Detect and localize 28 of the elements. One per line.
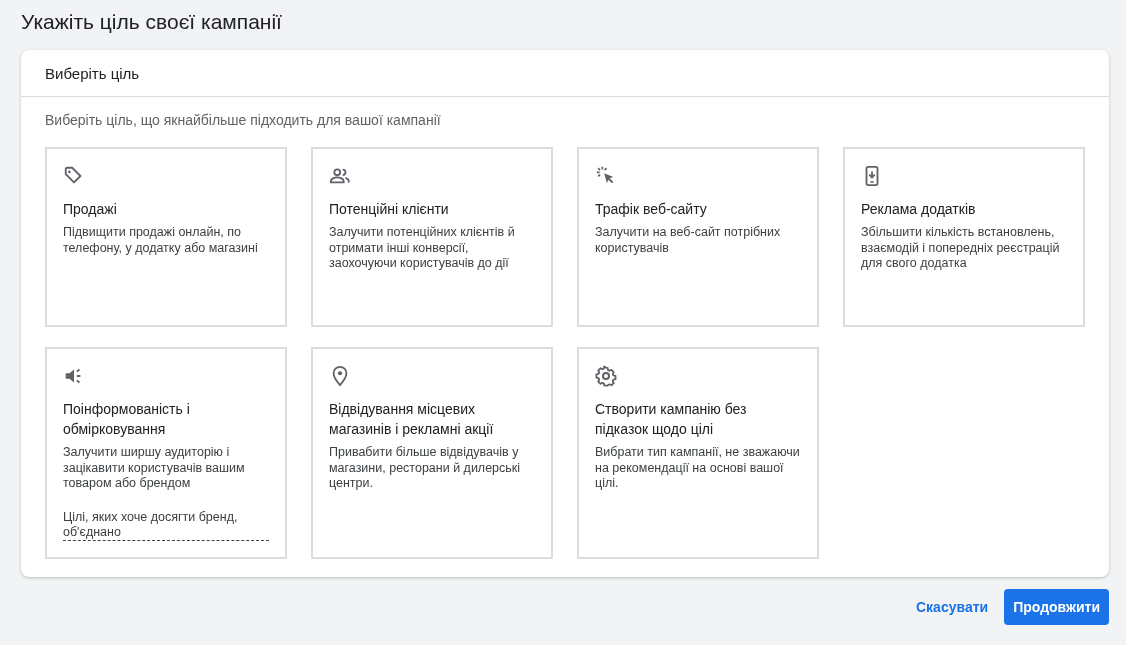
goal-description: Залучити потенційних клієнтів й отримати інші конверсії, заохочуючи користувачів до дії — [329, 225, 516, 272]
goal-description: Вибрати тип кампанії, не зважаючи на рекомендації на основі вашої цілі. — [595, 445, 801, 492]
page-title: Укажіть ціль своєї кампанії — [21, 9, 283, 35]
info-link[interactable]: Цілі, яких хоче досягти бренд, об'єднано — [63, 509, 269, 541]
goal-description: Підвищити продажі онлайн, по телефону, у додатку або магазині — [63, 225, 259, 256]
continue-button[interactable]: Продовжити — [1004, 588, 1109, 625]
goal-title: Продажі — [63, 200, 117, 219]
goal-card[interactable]: Поінформованість і обмірковування Залучити ширшу аудиторію і зацікавити користувачів вашим товаром або брендом Цілі, яких хоче досягти бренд, об'єднано — [45, 347, 287, 559]
goal-card[interactable]: Потенційні клієнти Залучити потенційних клієнтів й отримати інші конверсії, заохочуючи користувачів до дії — [311, 147, 553, 327]
goal-card[interactable]: Створити кампанію без підказок щодо цілі Вибрати тип кампанії, не зважаючи на рекомендації на основі вашої цілі. — [577, 347, 819, 559]
goal-card[interactable]: Трафік веб-сайту Залучити на веб-сайт потрібних користувачів — [577, 147, 819, 327]
goal-title: Потенційні клієнти — [329, 200, 449, 219]
cancel-button[interactable]: Скасувати — [914, 588, 991, 625]
goal-description: Привабити більше відвідувачів у магазини, ресторани й дилерські центри. — [329, 445, 522, 492]
goal-description: Залучити на веб-сайт потрібних користувачів — [595, 225, 782, 256]
panel-title: Виберіть ціль — [45, 65, 141, 82]
goal-description: Збільшити кількість встановлень, взаємодій і попередніх реєстрацій для свого додатка — [861, 225, 1061, 272]
goal-title: Трафік веб-сайту — [595, 200, 707, 219]
goal-card[interactable]: Реклама додатків Збільшити кількість встановлень, взаємодій і попередніх реєстрацій для свого додатка — [843, 147, 1085, 327]
goal-description: Залучити ширшу аудиторію і зацікавити користувачів вашим товаром або брендом — [63, 445, 246, 492]
panel-subtitle: Виберіть ціль, що якнайбільше підходить для вашої кампанії — [45, 112, 442, 128]
goal-title: Відвідування місцевих магазинів і рекламні акції — [329, 400, 495, 439]
goal-title: Створити кампанію без підказок щодо цілі — [595, 400, 748, 439]
goal-card[interactable]: Відвідування місцевих магазинів і рекламні акції Привабити більше відвідувачів у магазини, ресторани й дилерські центри. — [311, 347, 553, 559]
goal-title: Реклама додатків — [861, 200, 976, 219]
settings-icon — [595, 365, 617, 387]
goal-title: Поінформованість і обмірковування — [63, 400, 191, 439]
goal-card[interactable]: Продажі Підвищити продажі онлайн, по телефону, у додатку або магазині — [45, 147, 287, 327]
